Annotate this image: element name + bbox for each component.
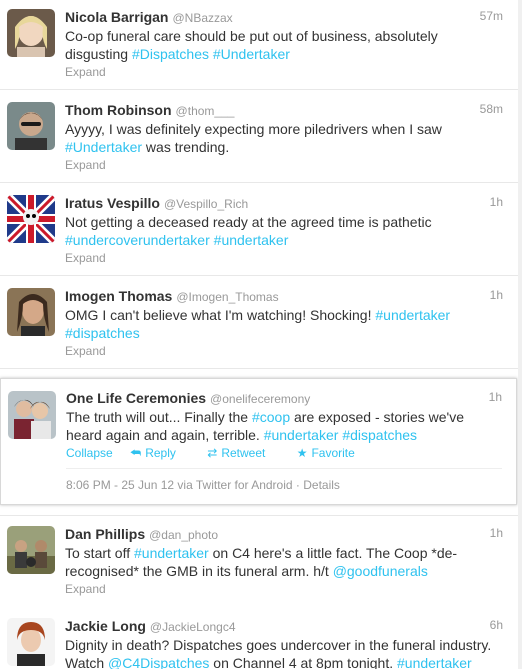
tweet-text-segment: disgusting	[65, 46, 132, 62]
avatar[interactable]	[7, 288, 55, 336]
retweet-button[interactable]: ⇄ Retweet	[207, 446, 279, 460]
tweet-text-segment: recognised* the GMB in its funeral arm. …	[65, 563, 333, 579]
tweet-username[interactable]: @thom___	[176, 104, 235, 118]
divider	[66, 468, 502, 469]
tweet-fullname[interactable]: Dan Phillips	[65, 526, 145, 542]
tweet-timestamp[interactable]: 1h	[489, 390, 502, 404]
tweet-fullname[interactable]: One Life Ceremonies	[66, 390, 206, 406]
tweet-text-segment: Watch	[65, 655, 109, 669]
tweet-timestamp[interactable]: 1h	[490, 195, 503, 209]
tweet-username[interactable]: @NBazzax	[172, 11, 232, 25]
hashtag-link[interactable]: #undertaker	[134, 545, 209, 561]
hashtag-link[interactable]: #undertaker	[214, 232, 289, 248]
tweet-text-line: Ayyyy, I was definitely expecting more p…	[65, 121, 442, 137]
divider	[0, 368, 522, 369]
tweet-username[interactable]: @onelifeceremony	[210, 392, 310, 406]
tweet-text: The truth will out... Finally the #coop …	[66, 408, 502, 444]
avatar[interactable]	[7, 526, 55, 574]
tweet-timestamp[interactable]: 1h	[490, 288, 503, 302]
tweet-text-line: Not getting a deceased ready at the agre…	[65, 214, 432, 230]
hashtag-link[interactable]: #coop	[252, 409, 290, 425]
reply-icon: ⮪	[130, 446, 142, 460]
tweet-text: OMG I can't believe what I'm watching! S…	[65, 306, 508, 342]
tweet-fullname[interactable]: Jackie Long	[65, 618, 146, 634]
tweet-timestamp[interactable]: 58m	[480, 102, 503, 116]
tweet-username[interactable]: @dan_photo	[149, 528, 218, 542]
expand-link[interactable]: Expand	[65, 158, 106, 172]
tweet-fullname[interactable]: Nicola Barrigan	[65, 9, 168, 25]
tweet-fullname[interactable]: Iratus Vespillo	[65, 195, 160, 211]
tweet-text-segment: The truth will out... Finally the	[66, 409, 252, 425]
tweet[interactable]: Jackie Long @JackieLongc4 6h Dignity in d…	[0, 607, 522, 669]
collapse-link[interactable]: Collapse	[66, 446, 113, 460]
tweet-text-line: Co-op funeral care should be put out of …	[65, 28, 438, 44]
hashtag-link[interactable]: #Undertaker	[65, 139, 142, 155]
tweet-text-segment: OMG I can't believe what I'm watching! S…	[65, 307, 376, 323]
tweet-username[interactable]: @Imogen_Thomas	[176, 290, 278, 304]
expand-link[interactable]: Expand	[65, 344, 106, 358]
hashtag-link[interactable]: #dispatches	[342, 427, 417, 443]
tweet-timestamp[interactable]: 1h	[490, 526, 503, 540]
expand-link[interactable]: Expand	[65, 582, 106, 596]
avatar[interactable]	[7, 195, 55, 243]
expand-link[interactable]: Expand	[65, 251, 106, 265]
tweet-text-line: Dignity in death? Dispatches goes underc…	[65, 637, 492, 653]
tweet-text: Dignity in death? Dispatches goes underc…	[65, 636, 508, 669]
favorite-button[interactable]: ★ Favorite	[297, 446, 369, 460]
mention-link[interactable]: @C4Dispatches	[108, 655, 209, 669]
tweet[interactable]: Imogen Thomas @Imogen_Thomas 1h OMG I can…	[0, 276, 522, 369]
tweet-text-segment: are exposed - stories we've	[290, 409, 464, 425]
tweet-text: Co-op funeral care should be put out of …	[65, 27, 508, 63]
tweet-text-segment: on Channel 4 at 8pm tonight.	[209, 655, 397, 669]
reply-label: Reply	[145, 446, 176, 460]
tweet-text: Not getting a deceased ready at the agre…	[65, 213, 508, 249]
tweet[interactable]: Nicola Barrigan @NBazzax 57m Co-op funera…	[0, 0, 522, 90]
tweet-text-segment: heard again and again, terrible.	[66, 427, 264, 443]
hashtag-link[interactable]: #Undertaker	[213, 46, 290, 62]
tweet-meta[interactable]: 8:06 PM - 25 Jun 12 via Twitter for Andr…	[66, 478, 340, 492]
avatar[interactable]	[7, 102, 55, 150]
hashtag-link[interactable]: #undercoverundertaker	[65, 232, 210, 248]
retweet-label: Retweet	[221, 446, 266, 460]
tweet-actions: Collapse ⮪ Reply ⇄ Retweet ★ Favorite	[66, 446, 383, 461]
tweet-username[interactable]: @Vespillo_Rich	[164, 197, 248, 211]
tweet-timestamp[interactable]: 6h	[490, 618, 503, 632]
avatar[interactable]	[8, 391, 56, 439]
tweet-stream: Nicola Barrigan @NBazzax 57m Co-op funera…	[0, 0, 522, 669]
tweet-username[interactable]: @JackieLongc4	[150, 620, 236, 634]
tweet-text-segment: was trending.	[142, 139, 230, 155]
tweet-fullname[interactable]: Thom Robinson	[65, 102, 172, 118]
avatar[interactable]	[7, 618, 55, 666]
tweet-timestamp[interactable]: 57m	[480, 9, 503, 23]
tweet[interactable]: Thom Robinson @thom___ 58m Ayyyy, I was d…	[0, 90, 522, 183]
retweet-icon: ⇄	[207, 446, 218, 460]
tweet-text-segment: on C4 here's a little fact. The Coop *de…	[208, 545, 458, 561]
favorite-label: Favorite	[311, 446, 355, 460]
expand-link[interactable]: Expand	[65, 65, 106, 79]
tweet-expanded[interactable]: One Life Ceremonies @onelifeceremony 1h T…	[0, 378, 517, 505]
tweet-text: To start off #undertaker on C4 here's a …	[65, 544, 508, 580]
tweet[interactable]: Iratus Vespillo @Vespillo_Rich 1h Not get…	[0, 183, 522, 276]
tweet-text: Ayyyy, I was definitely expecting more p…	[65, 120, 508, 156]
tweet-fullname[interactable]: Imogen Thomas	[65, 288, 172, 304]
hashtag-link[interactable]: #undertaker	[375, 307, 450, 323]
hashtag-link[interactable]: #undertaker	[264, 427, 339, 443]
tweet[interactable]: Dan Phillips @dan_photo 1h To start off #…	[0, 515, 522, 608]
hashtag-link[interactable]: #undertaker	[397, 655, 472, 669]
star-icon: ★	[296, 446, 308, 460]
reply-button[interactable]: ⮪ Reply	[130, 446, 190, 460]
mention-link[interactable]: @goodfunerals	[333, 563, 428, 579]
hashtag-link[interactable]: #dispatches	[65, 325, 140, 341]
scrollbar[interactable]	[518, 0, 522, 669]
avatar[interactable]	[7, 9, 55, 57]
hashtag-link[interactable]: #Dispatches	[132, 46, 209, 62]
tweet-text-segment: To start off	[65, 545, 134, 561]
